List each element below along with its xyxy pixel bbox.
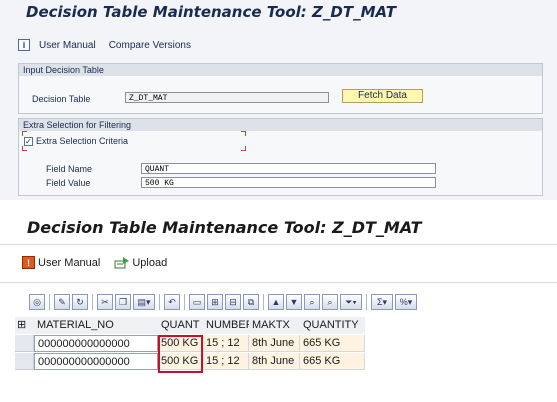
subtotal-icon[interactable]: %▾ [395,294,417,310]
manual-book-icon[interactable]: ! [22,256,35,269]
toolbar-separator [159,294,160,310]
compare-versions-link[interactable]: Compare Versions [109,40,191,51]
fetch-data-button[interactable]: Fetch Data [342,89,423,103]
layout-menu-icon[interactable]: ⊞ [15,317,34,334]
app-toolbar: ! User Manual Upload [22,256,167,269]
upload-icon[interactable] [114,256,130,269]
table-header: ⊞ MATERIAL_NO QUANT NUMBER MAKTX QUANTIT… [15,317,365,334]
refresh-icon[interactable]: ↻ [72,294,88,310]
toolbar-separator [366,294,367,310]
column-header-material-no[interactable]: MATERIAL_NO [34,317,158,334]
checkbox-checked-icon[interactable]: ✓ [24,137,33,146]
column-header-quantity[interactable]: QUANTITY [300,317,365,334]
duplicate-row-icon[interactable]: ⧉ [243,294,259,310]
group-title: Input Decision Table [19,64,542,76]
column-header-number[interactable]: NUMBER [203,317,249,334]
decision-table-field[interactable]: Z_DT_MAT [125,92,329,103]
find-next-icon[interactable]: ⌕ [322,294,338,310]
column-header-maktx[interactable]: MAKTX [249,317,300,334]
toolbar-separator [184,294,185,310]
checkbox-label: Extra Selection Criteria [36,136,129,146]
field-name-input[interactable]: QUANT [141,163,436,174]
cell-number[interactable]: 15 ; 12 [203,335,249,352]
info-icon[interactable]: i [18,39,30,51]
sort-descending-icon[interactable]: ▼ [286,294,302,310]
row-selector[interactable] [15,335,34,352]
focus-corner [241,131,246,136]
insert-row-icon[interactable]: ⊞ [207,294,223,310]
divider [0,244,557,245]
cut-icon[interactable]: ✂ [97,294,113,310]
focus-corner [241,146,246,151]
cell-maktx[interactable]: 8th June [249,353,300,370]
delete-row-icon[interactable]: ⊟ [225,294,241,310]
toolbar-separator [263,294,264,310]
group-title: Extra Selection for Filtering [19,119,542,131]
copy-icon[interactable]: ❐ [115,294,131,310]
column-header-quant[interactable]: QUANT [158,317,203,334]
field-value-label: Field Value [46,178,91,188]
extra-selection-group: Extra Selection for Filtering ✓ Extra Se… [18,118,543,196]
extra-selection-checkbox[interactable]: ✓ Extra Selection Criteria [24,135,246,149]
cell-quantity[interactable]: 665 KG [300,335,365,352]
edit-icon[interactable]: ✎ [54,294,70,310]
cell-quantity[interactable]: 665 KG [300,353,365,370]
divider [0,282,557,283]
find-icon[interactable]: ⌕ [304,294,320,310]
user-manual-button[interactable]: User Manual [38,257,100,269]
filter-icon[interactable]: ⏷▾ [340,294,362,310]
cell-number[interactable]: 15 ; 12 [203,353,249,370]
user-manual-link[interactable]: User Manual [39,40,96,51]
page-title: Decision Table Maintenance Tool: Z_DT_MA… [27,218,422,237]
sum-icon[interactable]: Σ▾ [371,294,393,310]
cell-material-no[interactable]: 000000000000000 [34,353,158,370]
details-icon[interactable]: ◎ [29,294,45,310]
toolbar-separator [92,294,93,310]
top-panel: Decision Table Maintenance Tool: Z_DT_MA… [0,0,557,200]
focus-corner [22,131,27,136]
decision-table-label: Decision Table [32,94,91,104]
page-title: Decision Table Maintenance Tool: Z_DT_MA… [26,3,396,21]
focus-corner [22,146,27,151]
paste-icon[interactable]: ▤▾ [133,294,155,310]
toolbar-separator [49,294,50,310]
highlight-box [158,335,203,373]
append-row-icon[interactable]: ▭ [189,294,205,310]
sort-ascending-icon[interactable]: ▲ [268,294,284,310]
row-selector[interactable] [15,353,34,370]
input-decision-table-group: Input Decision Table Decision Table Z_DT… [18,63,543,114]
field-name-label: Field Name [46,164,93,174]
alv-toolbar: ◎ ✎ ↻ ✂ ❐ ▤▾ ↶ ▭ ⊞ ⊟ ⧉ ▲ ▼ ⌕ ⌕ ⏷▾ Σ▾ %▾ [29,292,419,312]
upload-button[interactable]: Upload [132,257,167,269]
cell-maktx[interactable]: 8th June [249,335,300,352]
field-value-input[interactable]: 500 KG [141,177,436,188]
cell-material-no[interactable]: 000000000000000 [34,335,158,352]
top-toolbar: i User Manual Compare Versions [18,36,543,54]
undo-icon[interactable]: ↶ [164,294,180,310]
